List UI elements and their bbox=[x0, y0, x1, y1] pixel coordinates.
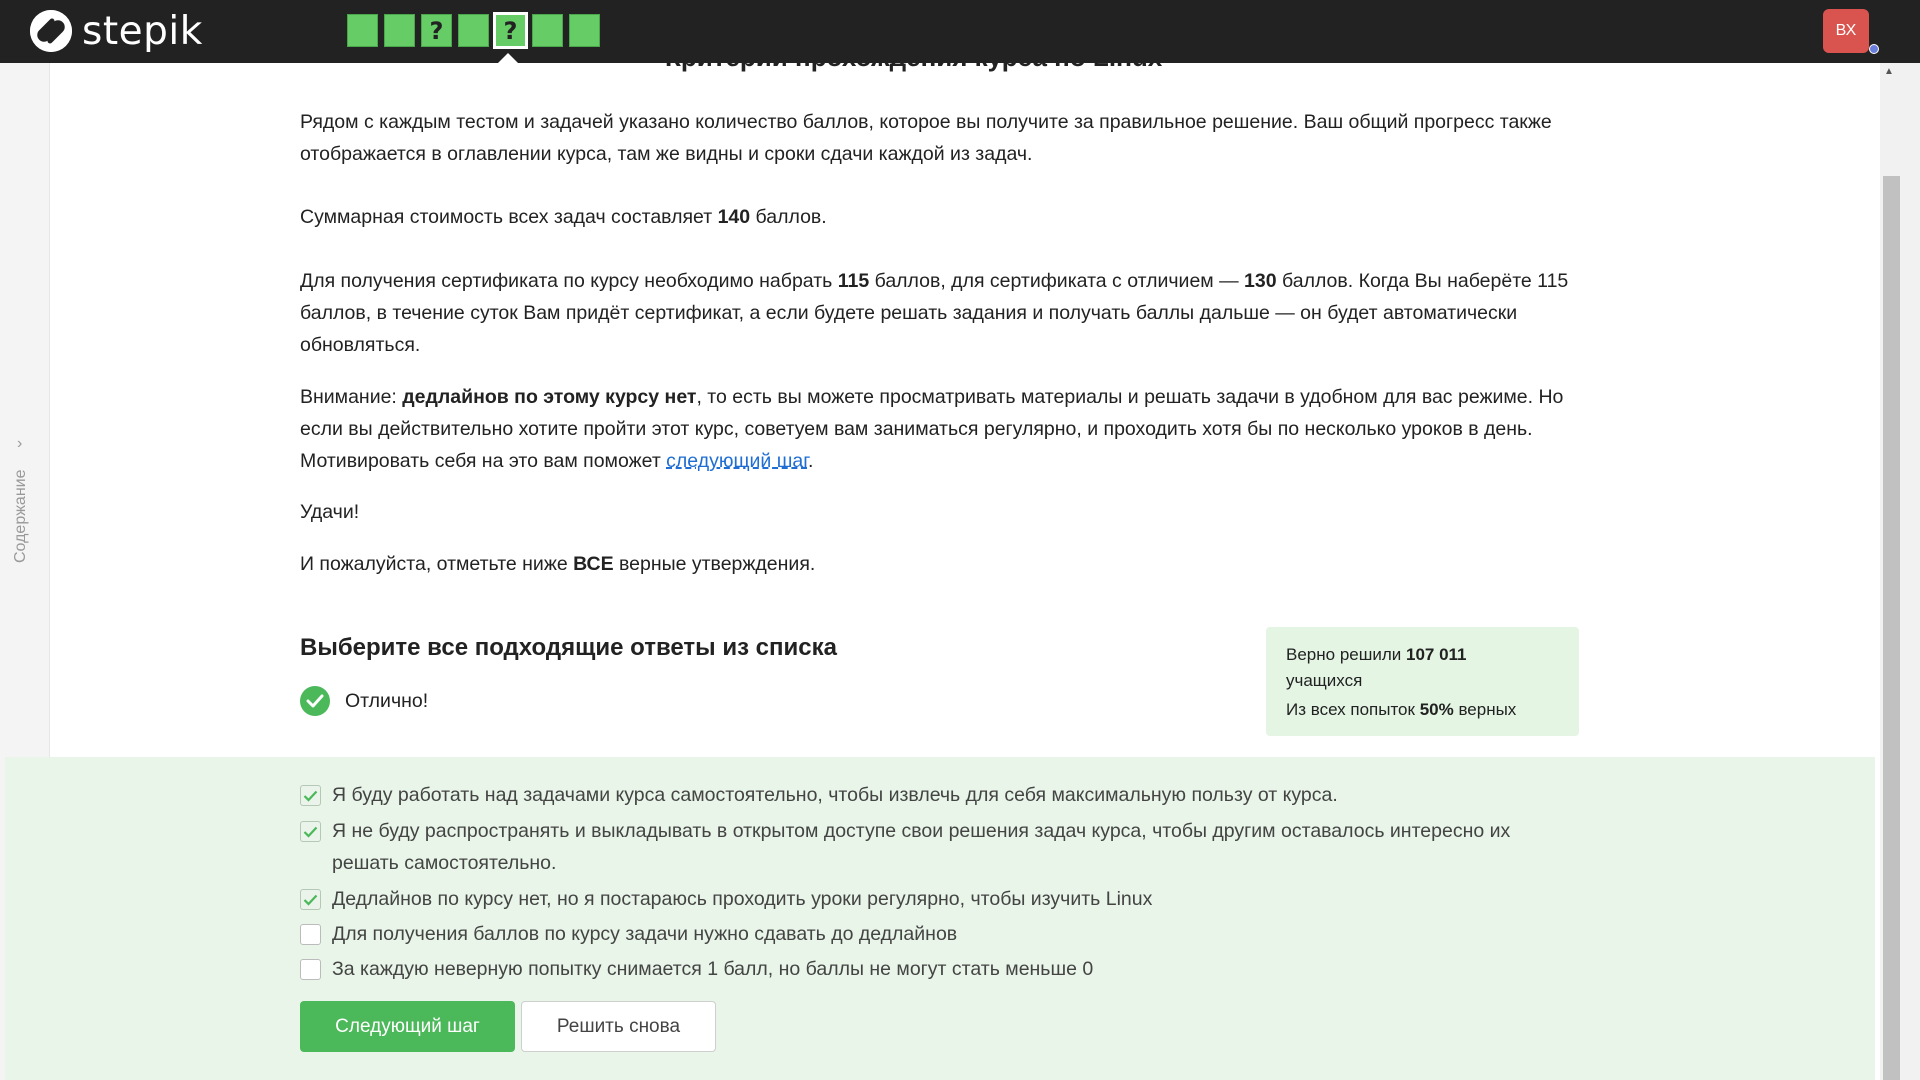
paragraph-deadlines: Внимание: дедлайнов по этому курсу нет, … bbox=[300, 381, 1590, 477]
step-6[interactable] bbox=[532, 14, 563, 47]
logo-text: stepik bbox=[82, 8, 203, 54]
scroll-up-arrow-icon[interactable]: ▲ bbox=[1884, 66, 1894, 77]
next-step-button[interactable]: Следующий шаг bbox=[300, 1001, 515, 1052]
user-avatar[interactable]: ВХ bbox=[1823, 9, 1869, 53]
text: Верно решили bbox=[1286, 645, 1406, 664]
paragraph-progress: Рядом с каждым тестом и задачей указано … bbox=[300, 111, 1552, 165]
chevron-right-icon: › bbox=[17, 435, 23, 452]
top-navbar: stepik ? ? ВХ bbox=[0, 0, 1920, 64]
option-label: Дедлайнов по курсу нет, но я постараюсь … bbox=[332, 888, 1153, 910]
option-4[interactable]: Для получения баллов по курсу задачи нуж… bbox=[300, 922, 1582, 950]
stepik-logo-icon bbox=[30, 10, 72, 52]
all-text: ВСЕ bbox=[573, 553, 614, 575]
text: верных bbox=[1453, 700, 1517, 719]
checkbox-checked[interactable] bbox=[300, 785, 321, 806]
step-3-quiz[interactable]: ? bbox=[421, 14, 452, 47]
checkbox-unchecked[interactable] bbox=[300, 959, 321, 980]
quiz-title: Выберите все подходящие ответы из списка bbox=[300, 634, 837, 661]
result-text: Отлично! bbox=[345, 689, 429, 712]
text: Для получения сертификата по курсу необх… bbox=[300, 270, 838, 292]
option-label: Я не буду распространять и выкладывать в… bbox=[332, 820, 1511, 874]
solved-count: 107 011 bbox=[1406, 645, 1467, 664]
step-5-quiz-active[interactable]: ? bbox=[493, 12, 528, 49]
step-7[interactable] bbox=[569, 14, 600, 47]
active-step-pointer bbox=[497, 53, 519, 64]
no-deadlines-text: дедлайнов по этому курсу нет bbox=[402, 386, 697, 408]
checkmark-icon bbox=[303, 790, 318, 802]
next-step-link[interactable]: следующий шаг bbox=[666, 450, 808, 472]
retry-button[interactable]: Решить снова bbox=[521, 1001, 716, 1052]
success-check-icon bbox=[300, 686, 330, 716]
total-points-value: 140 bbox=[717, 206, 751, 228]
paragraph-total-points: Суммарная стоимость всех задач составляе… bbox=[300, 201, 1590, 233]
option-3[interactable]: Дедлайнов по курсу нет, но я постараюсь … bbox=[300, 887, 1582, 915]
step-4[interactable] bbox=[458, 14, 489, 47]
scrollbar-thumb[interactable] bbox=[1883, 176, 1900, 1080]
text: . bbox=[807, 450, 814, 472]
notification-dot bbox=[1869, 44, 1879, 54]
stepik-logo[interactable]: stepik bbox=[30, 8, 203, 54]
text: И пожалуйста, отметьте ниже bbox=[300, 553, 574, 575]
checkbox-unchecked[interactable] bbox=[300, 924, 321, 945]
attempts-percent: 50% bbox=[1419, 700, 1454, 719]
step-1[interactable] bbox=[347, 14, 378, 47]
option-label: Для получения баллов по курсу задачи нуж… bbox=[332, 923, 958, 945]
checkmark-icon bbox=[303, 826, 318, 838]
text: Внимание: bbox=[300, 386, 403, 408]
option-2[interactable]: Я не буду распространять и выкладывать в… bbox=[300, 819, 1582, 879]
option-5[interactable]: За каждую неверную попытку снимается 1 б… bbox=[300, 957, 1582, 985]
text: Суммарная стоимость всех задач составляе… bbox=[300, 206, 718, 228]
solved-stat: Верно решили 107 011 bbox=[1286, 642, 1559, 668]
option-label: За каждую неверную попытку снимается 1 б… bbox=[332, 958, 1094, 980]
paragraph-good-luck: Удачи! bbox=[300, 501, 360, 523]
text: баллов. bbox=[750, 206, 827, 228]
solved-unit: учащихся bbox=[1286, 671, 1363, 690]
option-label: Я буду работать над задачами курса самос… bbox=[332, 784, 1338, 806]
step-2[interactable] bbox=[384, 14, 415, 47]
checkbox-checked[interactable] bbox=[300, 889, 321, 910]
paragraph-certificate: Для получения сертификата по курсу необх… bbox=[300, 265, 1590, 361]
text: Из всех попыток bbox=[1286, 700, 1420, 719]
lesson-steps: ? ? bbox=[347, 12, 600, 49]
text: верные утверждения. bbox=[613, 553, 816, 575]
paragraph-instruction: И пожалуйста, отметьте ниже ВСЕ верные у… bbox=[300, 548, 1590, 580]
quiz-stats-box: Верно решили 107 011 учащихся Из всех по… bbox=[1266, 627, 1579, 736]
checkmark-icon bbox=[303, 894, 318, 906]
attempts-stat: Из всех попыток 50% верных bbox=[1286, 697, 1559, 723]
quiz-result: Отлично! bbox=[300, 686, 428, 716]
cert-points-value: 115 bbox=[837, 270, 870, 292]
text: баллов, для сертификата с отличием — bbox=[869, 270, 1245, 292]
toc-label: Содержание bbox=[12, 469, 29, 563]
option-1[interactable]: Я буду работать над задачами курса самос… bbox=[300, 783, 1582, 811]
honors-points-value: 130 bbox=[1244, 270, 1277, 292]
checkbox-checked[interactable] bbox=[300, 821, 321, 842]
